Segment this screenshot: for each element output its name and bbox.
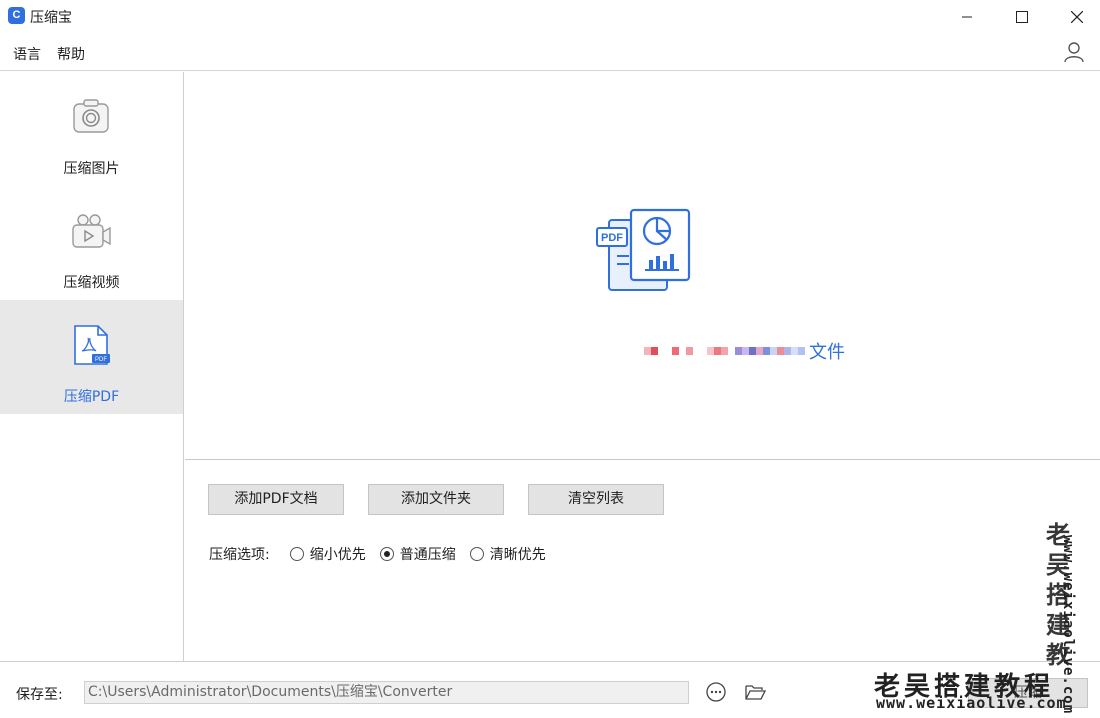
user-icon[interactable]	[1064, 41, 1084, 63]
svg-text:PDF: PDF	[601, 232, 623, 244]
save-path-field[interactable]: C:\Users\Administrator\Documents\压缩宝\Con…	[84, 681, 689, 704]
clear-list-button[interactable]: 清空列表	[528, 484, 664, 515]
compression-options: 压缩选项: 缩小优先 普通压缩 清晰优先	[209, 544, 560, 564]
watermark-horizontal-url: www.weixiaolive.com	[876, 694, 1067, 712]
sidebar: 压缩图片 压缩视频 PDF 压缩PDF	[0, 72, 184, 661]
file-drop-zone[interactable]: PDF 文件	[185, 72, 1100, 460]
redacted-text	[644, 343, 805, 359]
open-folder-icon[interactable]	[744, 681, 766, 703]
pdf-file-icon: PDF	[74, 325, 110, 365]
close-button[interactable]	[1054, 0, 1100, 34]
more-options-icon[interactable]	[705, 681, 727, 703]
sidebar-item-compress-image[interactable]: 压缩图片	[0, 72, 183, 186]
title-bar: C 压缩宝	[0, 0, 1100, 34]
svg-text:PDF: PDF	[95, 357, 107, 363]
sidebar-item-label: 压缩PDF	[63, 389, 120, 405]
pdf-document-chart-icon: PDF	[596, 208, 691, 291]
radio-button[interactable]	[289, 547, 304, 561]
camera-icon	[73, 99, 109, 133]
drop-hint-text: 文件	[425, 338, 845, 364]
menu-bar: 语言 帮助	[0, 34, 1100, 71]
close-icon	[1071, 11, 1083, 23]
watermark-vertical-url: www.weixiaolive.com	[1060, 535, 1076, 715]
drop-hint-suffix: 文件	[809, 342, 845, 363]
app-title: 压缩宝	[30, 10, 72, 26]
radio-label: 缩小优先	[309, 547, 366, 563]
minimize-icon	[962, 16, 972, 18]
maximize-button[interactable]	[999, 0, 1045, 34]
radio-label: 普通压缩	[399, 547, 456, 563]
sidebar-item-label: 压缩视频	[63, 275, 120, 291]
menu-help[interactable]: 帮助	[57, 44, 85, 64]
add-folder-button[interactable]: 添加文件夹	[368, 484, 504, 515]
sidebar-item-compress-video[interactable]: 压缩视频	[0, 186, 183, 300]
radio-button[interactable]	[469, 547, 484, 561]
minimize-button[interactable]	[944, 0, 990, 34]
app-logo-icon: C	[8, 7, 25, 24]
radio-normal-compress[interactable]: 普通压缩	[379, 544, 456, 564]
add-pdf-button[interactable]: 添加PDF文档	[208, 484, 344, 515]
menu-language[interactable]: 语言	[13, 44, 41, 64]
radio-button[interactable]	[379, 547, 394, 561]
controls-panel: 添加PDF文档 添加文件夹 清空列表 压缩选项: 缩小优先 普通压缩 清晰优先	[185, 461, 1100, 661]
radio-label: 清晰优先	[489, 547, 546, 563]
sidebar-item-label: 压缩图片	[63, 161, 120, 177]
sidebar-item-compress-pdf[interactable]: PDF 压缩PDF	[0, 300, 183, 414]
save-to-label: 保存至:	[16, 687, 63, 703]
radio-clarity-priority[interactable]: 清晰优先	[469, 544, 546, 564]
video-camera-icon	[72, 214, 111, 248]
options-label: 压缩选项:	[209, 547, 270, 563]
radio-size-priority[interactable]: 缩小优先	[289, 544, 366, 564]
maximize-icon	[1016, 11, 1028, 23]
